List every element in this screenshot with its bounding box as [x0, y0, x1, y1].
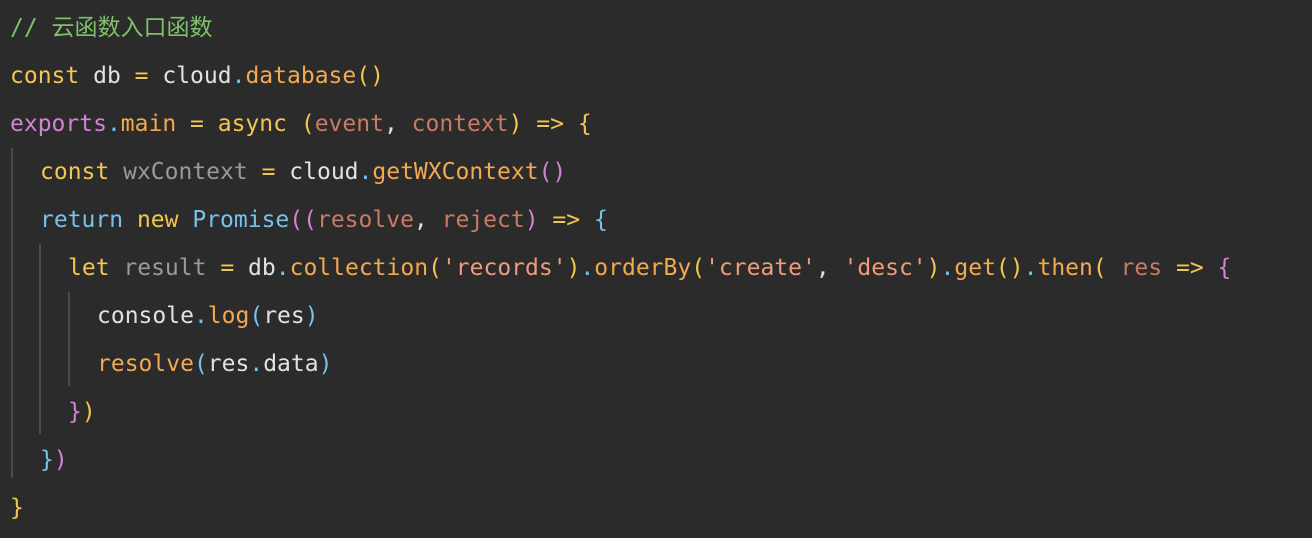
code-token: ) — [926, 255, 941, 281]
code-token: collection — [289, 255, 429, 281]
code-token: // 云函数入口函数 — [10, 15, 213, 41]
code-token: . — [580, 255, 595, 281]
code-token: reject — [441, 207, 525, 233]
code-token: result — [109, 255, 221, 281]
code-token: const — [40, 159, 110, 185]
code-token: ( — [193, 351, 208, 377]
code-token: db — [234, 255, 276, 281]
code-token: ) — [524, 207, 553, 233]
indent-guide — [39, 244, 41, 434]
code-token: } — [40, 447, 54, 473]
code-line[interactable]: } — [10, 484, 24, 532]
code-token: => — [536, 111, 564, 137]
code-token: log — [207, 303, 250, 329]
indent-guide — [68, 292, 70, 386]
code-token: { — [580, 207, 608, 233]
code-token: get — [954, 255, 996, 281]
code-line[interactable]: const wxContext = cloud.getWXContext() — [40, 148, 566, 196]
code-token: = — [134, 63, 149, 89]
code-token: ) — [53, 447, 68, 473]
code-line[interactable]: exports.main = async (event, context) =>… — [10, 100, 592, 148]
code-token: main — [120, 111, 177, 137]
code-token: cloud — [148, 63, 232, 89]
code-token: orderBy — [594, 255, 692, 281]
code-token: res — [207, 351, 250, 377]
code-token: 'records' — [441, 255, 567, 281]
code-token: = — [261, 159, 276, 185]
code-token: => — [552, 207, 581, 233]
code-token: . — [275, 255, 290, 281]
code-line[interactable]: let result = db.collection('records').or… — [68, 244, 1231, 292]
code-token: const — [10, 63, 80, 89]
code-line[interactable]: return new Promise((resolve, reject) => … — [40, 196, 608, 244]
code-token: ) — [566, 255, 581, 281]
code-token: (( — [289, 207, 317, 233]
code-token: . — [358, 159, 373, 185]
code-token: event — [314, 111, 384, 137]
code-token: { — [1217, 255, 1232, 281]
code-token: getWXContext — [372, 159, 539, 185]
code-token: ( — [249, 303, 264, 329]
code-token: wxContext — [109, 159, 262, 185]
code-token: . — [106, 111, 121, 137]
code-token: resolve — [97, 351, 194, 377]
code-line[interactable]: }) — [40, 436, 68, 484]
code-token: () — [538, 159, 567, 185]
code-token: , — [815, 255, 844, 281]
code-token: => — [1162, 255, 1218, 281]
code-token: ( — [428, 255, 442, 281]
code-token: 'create' — [705, 255, 816, 281]
code-token: db — [79, 63, 135, 89]
code-token: . — [249, 351, 264, 377]
code-token: console — [97, 303, 194, 329]
code-token: database — [245, 63, 357, 89]
code-token: } — [10, 495, 24, 521]
code-token: = — [176, 111, 218, 137]
indent-guide — [11, 148, 13, 478]
code-line[interactable]: resolve(res.data) — [97, 340, 332, 388]
code-token: , — [413, 207, 442, 233]
code-token: ( — [691, 255, 706, 281]
code-token: ( — [286, 111, 315, 137]
code-token: ( — [1092, 255, 1121, 281]
code-token: . — [1023, 255, 1038, 281]
code-token: } — [68, 399, 82, 425]
code-token: async — [217, 111, 287, 137]
code-token: { — [563, 111, 592, 137]
code-line[interactable]: }) — [68, 388, 96, 436]
code-token: context — [411, 111, 509, 137]
code-token: res — [263, 303, 305, 329]
code-line[interactable]: console.log(res) — [97, 292, 319, 340]
code-token: Promise — [192, 207, 290, 233]
code-token: ) — [508, 111, 537, 137]
code-token: , — [383, 111, 412, 137]
code-token: then — [1037, 255, 1093, 281]
code-editor[interactable]: // 云函数入口函数 const db = cloud.database() exp… — [0, 0, 1312, 538]
code-token: let — [68, 255, 110, 281]
code-token: return — [40, 207, 124, 233]
code-token: ) — [81, 399, 96, 425]
code-token: resolve — [316, 207, 414, 233]
code-token: new — [123, 207, 193, 233]
code-token: res — [1120, 255, 1163, 281]
code-token: ) — [318, 351, 333, 377]
code-token: () — [995, 255, 1024, 281]
code-line[interactable]: const db = cloud.database() — [10, 52, 384, 100]
code-token: ) — [304, 303, 319, 329]
code-token: . — [193, 303, 208, 329]
code-token: . — [940, 255, 955, 281]
code-token: = — [220, 255, 235, 281]
code-token: () — [356, 63, 384, 89]
code-line[interactable]: // 云函数入口函数 — [10, 4, 213, 52]
code-token: exports — [10, 111, 107, 137]
code-token: 'desc' — [843, 255, 927, 281]
code-token: data — [263, 351, 319, 377]
code-token: cloud — [275, 159, 359, 185]
code-token: . — [231, 63, 246, 89]
